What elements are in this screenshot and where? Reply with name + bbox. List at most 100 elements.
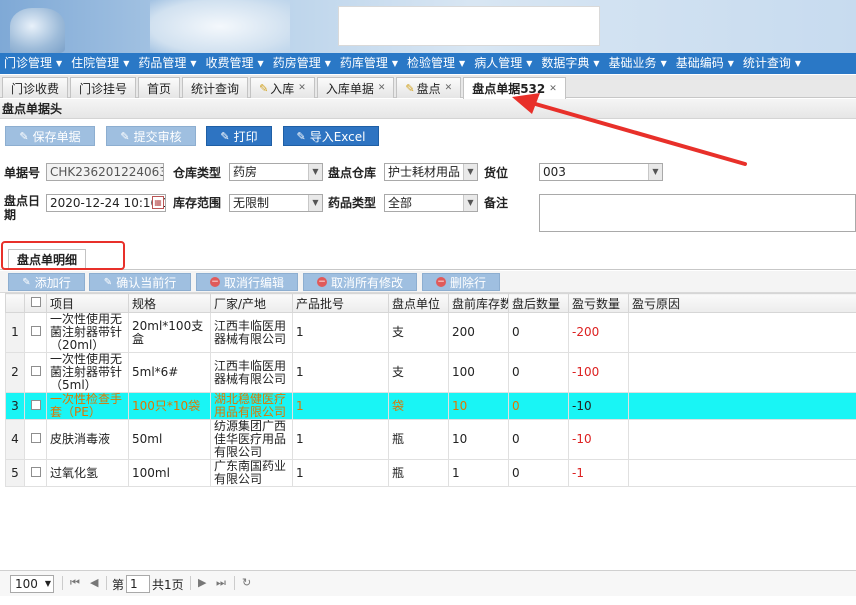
column-header[interactable]: 规格 — [128, 293, 211, 313]
checkbox[interactable] — [30, 297, 41, 307]
page-size-select[interactable]: 100 ▼ — [10, 575, 54, 593]
cell-batch[interactable]: 1 — [292, 392, 389, 420]
last-page-icon[interactable]: ⏭ — [216, 576, 226, 590]
close-icon[interactable]: ✕ — [298, 83, 306, 93]
cell-item[interactable]: 皮肤消毒液 — [46, 419, 129, 460]
cell-batch[interactable]: 1 — [292, 419, 389, 460]
cell-reason[interactable] — [628, 419, 856, 460]
column-header[interactable]: 盘点单位 — [388, 293, 449, 313]
stock-range-select[interactable]: 无限制 ▼ — [229, 194, 323, 212]
tab-item[interactable]: 盘点单据532 ✕ — [463, 77, 566, 99]
checkbox[interactable] — [30, 366, 41, 376]
import-excel-button[interactable]: ✎ 导入Excel — [283, 126, 379, 146]
cell-after[interactable]: 0 — [508, 392, 569, 420]
cell-before[interactable]: 200 — [448, 312, 509, 353]
cell-reason[interactable] — [628, 459, 856, 487]
cell-maker[interactable]: 广东南国药业有限公司 — [210, 459, 293, 487]
page-number-input[interactable]: 1 — [126, 575, 150, 593]
row-checkbox[interactable] — [24, 312, 47, 353]
column-header[interactable]: 盈亏数量 — [568, 293, 629, 313]
table-row[interactable]: 2 一次性使用无菌注射器带针（5ml） 5ml*6# 江西丰临医用器械有限公司 1 支 10… — [5, 352, 856, 393]
cell-diff[interactable]: -1 — [568, 459, 629, 487]
checkbox[interactable] — [30, 399, 41, 410]
menu-item[interactable]: 收费管理 ▼ — [202, 53, 269, 74]
print-button[interactable]: ✎ 打印 — [206, 126, 272, 146]
checkbox[interactable] — [30, 326, 41, 336]
cell-after[interactable]: 0 — [508, 459, 569, 487]
column-header[interactable]: 产品批号 — [292, 293, 389, 313]
cell-unit[interactable]: 支 — [388, 312, 449, 353]
cell-item[interactable]: 一次性使用无菌注射器带针（20ml） — [46, 312, 129, 353]
table-row[interactable]: 5 过氧化氢 100ml 广东南国药业有限公司 1 瓶 1 0 -1 — [5, 459, 856, 487]
cell-diff[interactable]: -10 — [568, 392, 629, 420]
column-header[interactable]: 盈亏原因 — [628, 293, 856, 313]
table-row[interactable]: 1 一次性使用无菌注射器带针（20ml） 20ml*100支盒 江西丰临医用器械有限公… — [5, 312, 856, 353]
checkbox[interactable] — [30, 466, 41, 477]
next-page-icon[interactable]: ▶ — [198, 576, 206, 589]
cell-unit[interactable]: 瓶 — [388, 419, 449, 460]
cell-maker[interactable]: 纺源集团广西佳华医疗用品有限公司 — [210, 419, 293, 460]
cell-maker[interactable]: 湖北稳健医疗用品有限公司 — [210, 392, 293, 420]
close-icon[interactable]: ✕ — [378, 83, 386, 93]
column-header[interactable]: 厂家/产地 — [210, 293, 293, 313]
cell-spec[interactable]: 5ml*6# — [128, 352, 211, 393]
cell-reason[interactable] — [628, 312, 856, 353]
submit-review-button[interactable]: ✎ 提交审核 — [106, 126, 196, 146]
cell-spec[interactable]: 50ml — [128, 419, 211, 460]
cell-batch[interactable]: 1 — [292, 352, 389, 393]
row-checkbox[interactable] — [24, 352, 47, 393]
checkbox[interactable] — [30, 433, 41, 443]
table-row[interactable]: 3 一次性检查手套（PE） 100只*10袋 湖北稳健医疗用品有限公司 1 袋 10 0 -10 — [5, 392, 856, 420]
tab-item[interactable]: 统计查询 — [182, 77, 249, 98]
check-date-field[interactable]: 2020-12-24 10:16:1 ▦ — [46, 194, 166, 212]
cell-diff[interactable]: -200 — [568, 312, 629, 353]
menu-item[interactable]: 统计查询 ▼ — [739, 53, 806, 74]
remark-textarea[interactable] — [539, 194, 856, 232]
cell-reason[interactable] — [628, 392, 856, 420]
cell-maker[interactable]: 江西丰临医用器械有限公司 — [210, 312, 293, 353]
cell-item[interactable]: 一次性检查手套（PE） — [46, 392, 129, 420]
menu-item[interactable]: 药库管理 ▼ — [336, 53, 403, 74]
tab-item[interactable]: 首页 — [138, 77, 181, 98]
prev-page-icon[interactable]: ◀ — [90, 576, 98, 589]
check-warehouse-select[interactable]: 护士耗材用品 ▼ — [384, 163, 478, 181]
cell-spec[interactable]: 20ml*100支盒 — [128, 312, 211, 353]
cell-after[interactable]: 0 — [508, 419, 569, 460]
row-checkbox[interactable] — [24, 392, 47, 420]
cell-before[interactable]: 1 — [448, 459, 509, 487]
confirm-row-button[interactable]: ✎ 确认当前行 — [89, 273, 191, 291]
cell-after[interactable]: 0 — [508, 312, 569, 353]
warehouse-type-select[interactable]: 药房 ▼ — [229, 163, 323, 181]
save-button[interactable]: ✎ 保存单据 — [5, 126, 95, 146]
tab-item[interactable]: ✎ 入库 ✕ — [250, 77, 315, 98]
doc-no-field[interactable]: CHK2362012240633 — [46, 163, 164, 181]
cell-before[interactable]: 10 — [448, 392, 509, 420]
column-header[interactable]: 盘前库存数 — [448, 293, 509, 313]
cell-batch[interactable]: 1 — [292, 312, 389, 353]
tab-item[interactable]: ✎ 盘点 ✕ — [396, 77, 462, 98]
cell-after[interactable]: 0 — [508, 352, 569, 393]
cell-item[interactable]: 过氧化氢 — [46, 459, 129, 487]
table-row[interactable]: 4 皮肤消毒液 50ml 纺源集团广西佳华医疗用品有限公司 1 瓶 10 0 -10 — [5, 419, 856, 460]
cell-diff[interactable]: -10 — [568, 419, 629, 460]
cell-maker[interactable]: 江西丰临医用器械有限公司 — [210, 352, 293, 393]
row-checkbox[interactable] — [24, 459, 47, 487]
menu-item[interactable]: 住院管理 ▼ — [67, 53, 134, 74]
cell-before[interactable]: 10 — [448, 419, 509, 460]
calendar-icon[interactable]: ▦ — [152, 196, 164, 209]
close-icon[interactable]: ✕ — [549, 84, 557, 94]
cell-batch[interactable]: 1 — [292, 459, 389, 487]
add-row-button[interactable]: ✎ 添加行 — [8, 273, 85, 291]
menu-item[interactable]: 基础编码 ▼ — [672, 53, 739, 74]
cell-item[interactable]: 一次性使用无菌注射器带针（5ml） — [46, 352, 129, 393]
cell-before[interactable]: 100 — [448, 352, 509, 393]
delete-row-button[interactable]: − 删除行 — [422, 273, 500, 291]
drug-type-select[interactable]: 全部 ▼ — [384, 194, 478, 212]
tab-item[interactable]: 门诊挂号 — [70, 77, 137, 98]
menu-item[interactable]: 检验管理 ▼ — [403, 53, 470, 74]
cancel-row-edit-button[interactable]: − 取消行编辑 — [196, 273, 298, 291]
select-all-checkbox[interactable] — [24, 293, 47, 313]
tab-item[interactable]: 入库单据 ✕ — [316, 77, 395, 98]
cell-unit[interactable]: 支 — [388, 352, 449, 393]
column-header[interactable]: 项目 — [46, 293, 129, 313]
